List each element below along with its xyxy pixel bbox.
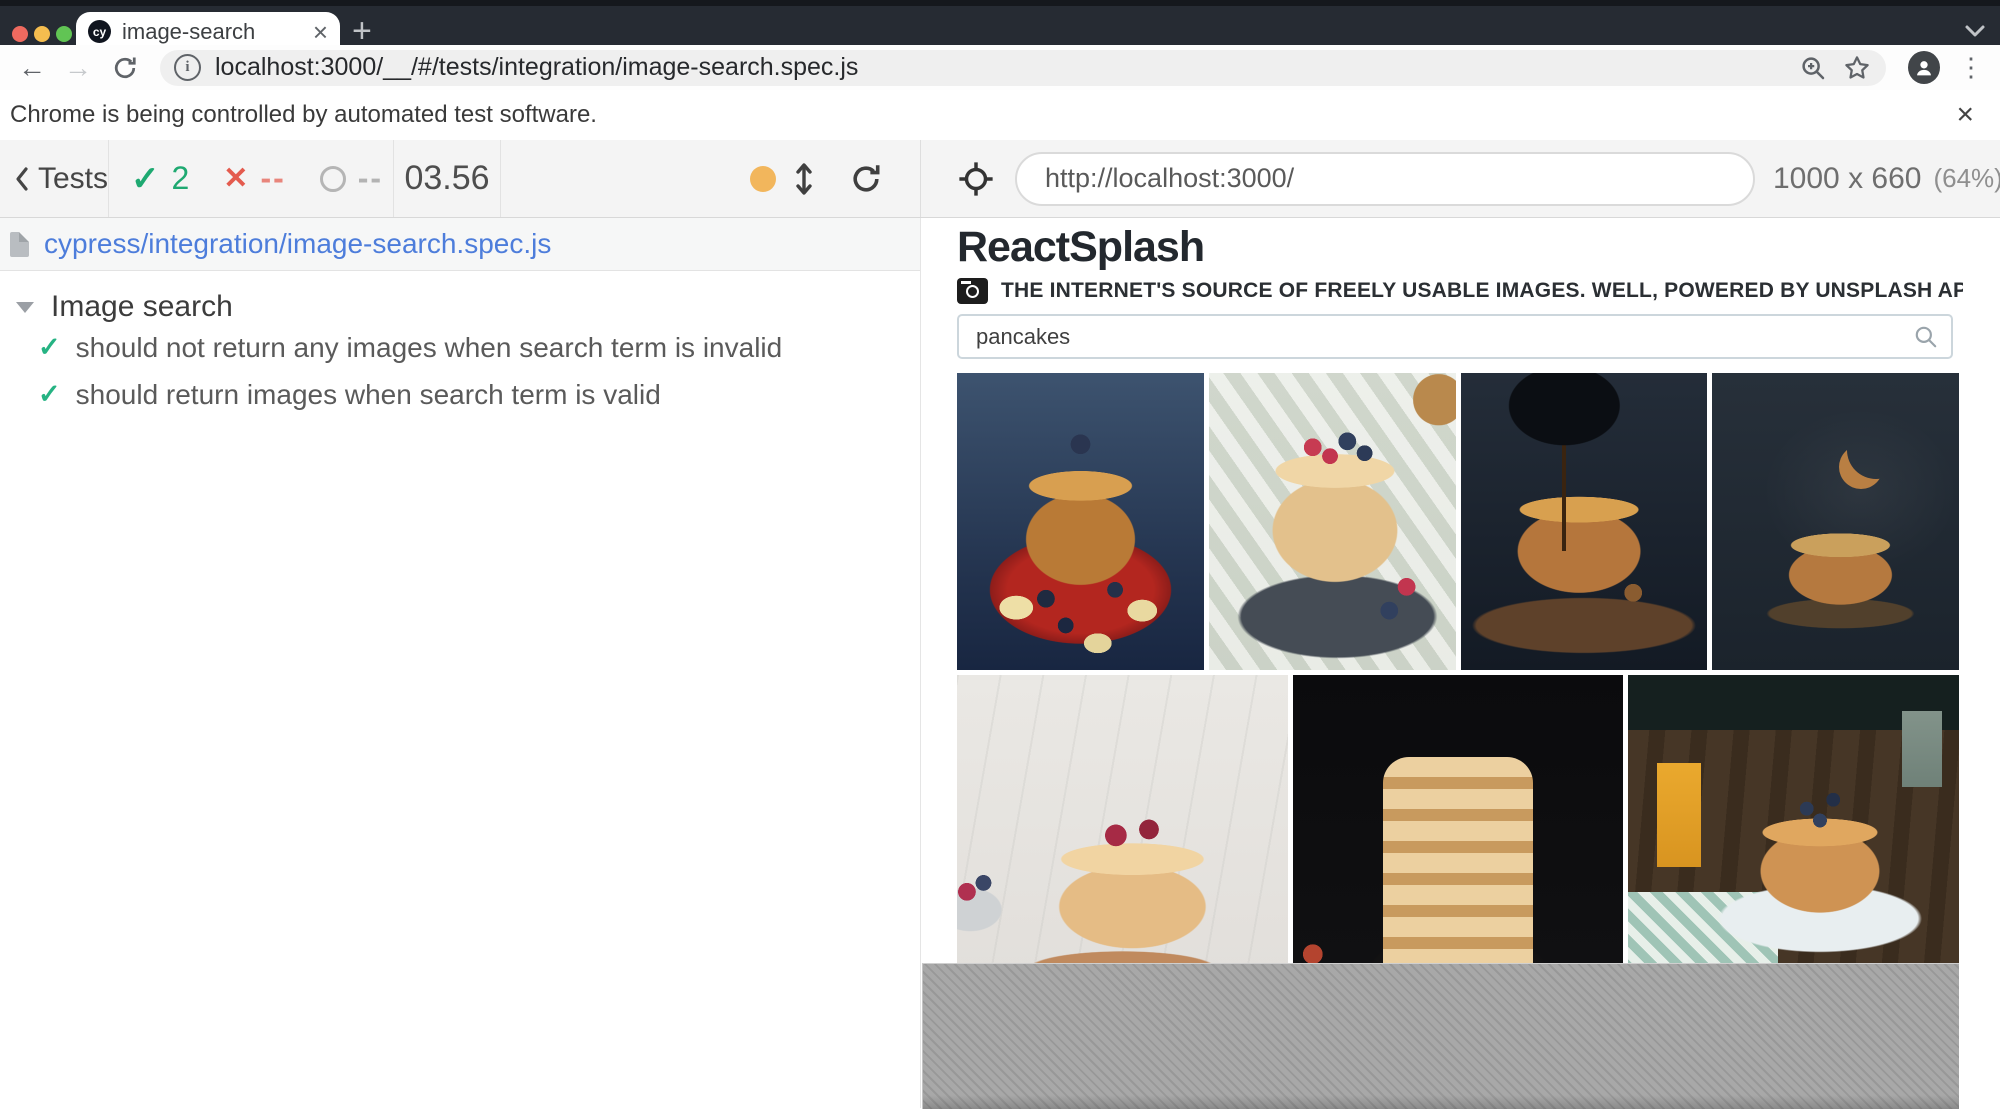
search-result-photo[interactable]: [957, 373, 1204, 670]
tab-title: image-search: [122, 19, 313, 45]
stat-failed: ✕ --: [223, 160, 285, 197]
test-passed-check-icon: ✓: [38, 379, 61, 410]
passed-check-icon: ✓: [131, 159, 160, 199]
reload-button[interactable]: [110, 53, 140, 83]
test-reporter-panel: cypress/integration/image-search.spec.js…: [0, 218, 920, 1108]
pending-circle-icon: [320, 166, 346, 192]
chevron-down-icon[interactable]: [1962, 22, 1988, 40]
back-to-tests-button[interactable]: Tests: [14, 162, 108, 196]
bookmark-star-icon[interactable]: [1842, 53, 1872, 83]
mac-minimize-button[interactable]: [34, 26, 50, 42]
camera-icon: [957, 278, 988, 304]
browser-menu-icon[interactable]: ⋮: [1958, 52, 1984, 83]
test-row[interactable]: ✓ should not return any images when sear…: [38, 324, 920, 371]
address-url-text: localhost:3000/__/#/tests/integration/im…: [215, 53, 1784, 82]
automation-banner: Chrome is being controlled by automated …: [0, 90, 2000, 141]
test-name: should not return any images when search…: [76, 332, 783, 364]
rerun-tests-button[interactable]: [848, 161, 884, 197]
failed-cross-icon: ✕: [223, 161, 248, 196]
browser-navbar: ← → i localhost:3000/__/#/tests/integrat…: [0, 45, 2000, 91]
suite-title: Image search: [51, 290, 233, 324]
search-result-photo[interactable]: [1209, 373, 1456, 670]
aut-url-input[interactable]: [1015, 152, 1755, 206]
search-result-photo[interactable]: [957, 675, 1288, 965]
site-info-icon[interactable]: i: [174, 54, 201, 81]
automation-banner-text: Chrome is being controlled by automated …: [10, 101, 1956, 129]
viewport-size-label: 1000 x 660: [1773, 162, 1921, 196]
back-button[interactable]: ←: [18, 54, 46, 82]
browser-tab-strip: cy image-search × +: [0, 0, 2000, 51]
forward-button[interactable]: →: [64, 54, 92, 82]
app-title: ReactSplash: [957, 224, 1963, 270]
test-row[interactable]: ✓ should return images when search term …: [38, 371, 920, 418]
cypress-toolbar: Tests ✓ 2 ✕ -- -- 03.56: [0, 140, 2000, 218]
test-stats: ✓ 2 ✕ -- --: [131, 159, 393, 199]
divider: [108, 140, 109, 217]
mac-close-button[interactable]: [12, 26, 28, 42]
reporter-toolbar: Tests ✓ 2 ✕ -- -- 03.56: [0, 140, 920, 217]
back-to-tests-label: Tests: [38, 162, 108, 196]
snapshot-controls: [750, 161, 920, 197]
pending-count: --: [358, 160, 383, 197]
test-passed-check-icon: ✓: [38, 332, 61, 363]
selector-playground-button[interactable]: [941, 160, 1011, 198]
auto-scroll-toggle-icon[interactable]: [794, 162, 814, 196]
spec-file-link[interactable]: cypress/integration/image-search.spec.js: [44, 228, 551, 260]
search-input[interactable]: [957, 314, 1953, 359]
app-tagline-row: THE INTERNET'S SOURCE OF FREELY USABLE I…: [957, 277, 1963, 305]
failed-count: --: [260, 160, 285, 197]
test-duration: 03.56: [394, 159, 500, 198]
snapshot-indicator-dot: [750, 166, 776, 192]
spec-file-row: cypress/integration/image-search.spec.js: [0, 218, 920, 271]
divider: [500, 140, 501, 217]
aut-toolbar: 1000 x 660 (64%) i: [920, 140, 2000, 217]
passed-count: 2: [172, 160, 190, 197]
search-result-photo[interactable]: [1461, 373, 1708, 670]
search-result-photo[interactable]: [1293, 675, 1624, 965]
zoom-magnifier-icon[interactable]: [1798, 53, 1828, 83]
cypress-favicon-icon: cy: [88, 20, 111, 43]
stat-pending: --: [320, 160, 383, 197]
search-bar: [957, 314, 1953, 359]
new-tab-button[interactable]: +: [352, 14, 372, 48]
file-document-icon: [10, 232, 29, 257]
results-grid-row: [957, 373, 1959, 670]
address-bar[interactable]: i localhost:3000/__/#/tests/integration/…: [160, 50, 1886, 86]
app-tagline: THE INTERNET'S SOURCE OF FREELY USABLE I…: [1001, 279, 1963, 303]
profile-avatar[interactable]: [1908, 51, 1940, 84]
mac-zoom-button[interactable]: [56, 26, 72, 42]
search-result-photo[interactable]: [1712, 373, 1959, 670]
tab-close-icon[interactable]: ×: [313, 19, 328, 45]
viewport-scale-label: (64%): [1933, 163, 2000, 194]
viewport-overflow-area: [922, 963, 1959, 1109]
collapse-caret-icon[interactable]: [16, 302, 34, 313]
suite-row[interactable]: Image search: [16, 290, 920, 324]
search-icon: [1913, 324, 1939, 350]
banner-close-icon[interactable]: ×: [1956, 100, 1974, 130]
test-name: should return images when search term is…: [76, 379, 661, 411]
reactsplash-app: ReactSplash THE INTERNET'S SOURCE OF FRE…: [921, 218, 1963, 965]
results-grid-row: [957, 675, 1959, 965]
stat-passed: ✓ 2: [131, 159, 189, 199]
search-result-photo[interactable]: [1628, 675, 1959, 965]
